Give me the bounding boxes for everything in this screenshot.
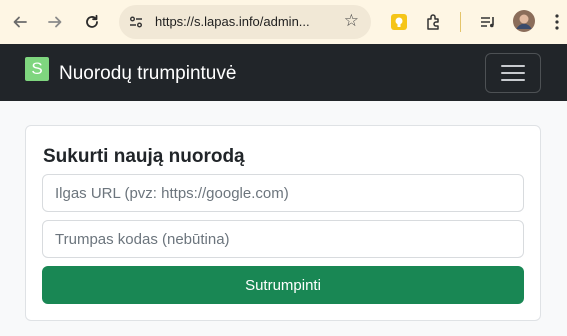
url-text: https://s.lapas.info/admin... <box>155 14 310 29</box>
kebab-menu-icon[interactable] <box>545 10 567 34</box>
long-url-input[interactable] <box>42 174 524 212</box>
browser-toolbar: https://s.lapas.info/admin... ☆ <box>0 0 567 44</box>
forward-arrow-icon[interactable] <box>41 8 69 36</box>
back-arrow-icon[interactable] <box>6 8 34 36</box>
reload-icon[interactable] <box>78 8 106 36</box>
shorten-button[interactable]: Sutrumpinti <box>42 266 524 304</box>
site-settings-icon[interactable] <box>124 10 148 34</box>
navbar-toggler-button[interactable] <box>485 53 541 93</box>
bookmark-star-icon[interactable]: ☆ <box>344 11 359 31</box>
hamburger-icon-bar <box>501 72 525 74</box>
toolbar-divider <box>460 12 461 32</box>
extensions-puzzle-icon[interactable] <box>422 10 446 34</box>
app-navbar: S Nuorodų trumpintuvė <box>0 44 567 101</box>
hamburger-icon <box>501 65 525 67</box>
profile-avatar-icon[interactable] <box>512 9 536 33</box>
brand-logo-icon[interactable]: S <box>25 57 49 81</box>
address-bar[interactable]: https://s.lapas.info/admin... ☆ <box>119 5 371 39</box>
short-code-input[interactable] <box>42 220 524 258</box>
hamburger-icon-bar <box>501 79 525 81</box>
media-queue-icon[interactable] <box>476 10 500 34</box>
create-link-card: Sukurti naują nuorodą Sutrumpinti <box>25 125 541 321</box>
extension-yellow-icon[interactable] <box>387 10 411 34</box>
brand-title[interactable]: Nuorodų trumpintuvė <box>59 63 236 85</box>
form-heading: Sukurti naują nuorodą <box>43 146 245 167</box>
